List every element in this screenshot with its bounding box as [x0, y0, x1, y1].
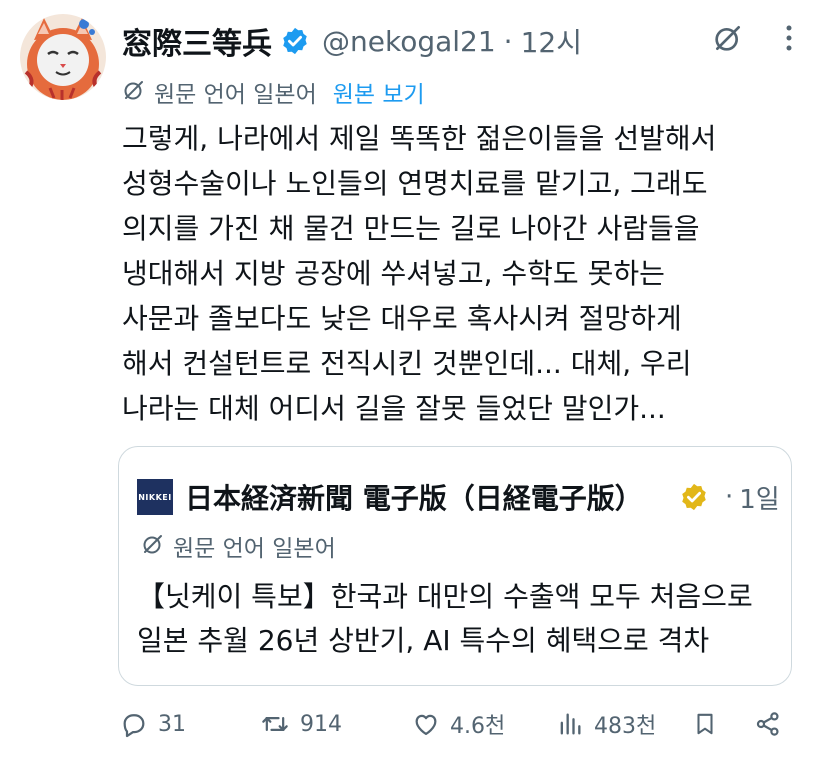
view-original-link[interactable]: 원본 보기 [333, 75, 425, 109]
like-count: 4.6천 [450, 714, 506, 739]
tweet-text-line: 사문과 졸보다도 낮은 대우로 혹사시켜 절망하게 [122, 302, 682, 335]
repost-button[interactable]: 914 [260, 700, 342, 748]
views-count: 483천 [594, 714, 657, 739]
repost-icon [262, 717, 288, 731]
avatar-cat-image [20, 14, 106, 100]
repost-count: 914 [300, 711, 342, 737]
separator-dot: · [503, 24, 513, 58]
quoted-tweet-card[interactable]: NIKKEI 日本経済新聞 電子版（日経電子版） · 1일 원문 언어 일본어 … [118, 446, 792, 686]
nikkei-logo: NIKKEI [137, 479, 173, 515]
translation-notice: 원문 언어 일본어 원본 보기 [122, 74, 425, 110]
tweet-text-line: 냉대해서 지방 공장에 쑤셔넣고, 수학도 못하는 [122, 257, 665, 290]
translate-icon [141, 532, 165, 560]
grok-icon[interactable] [712, 22, 744, 54]
tweet-action-bar: 31 914 4.6천 483천 [118, 700, 798, 748]
share-icon [756, 712, 779, 736]
author-handle[interactable]: @nekogal21 [322, 25, 496, 58]
quoted-text-line: 일본 추월 26년 상반기, AI 특수의 혜택으로 격차 [137, 624, 710, 657]
reply-icon [123, 714, 145, 738]
verified-badge-icon[interactable] [280, 26, 310, 56]
tweet-text-line: 성형수술이나 노인들의 연명치료를 맡기고, 그래도 [122, 167, 708, 200]
bookmark-button[interactable] [692, 700, 718, 748]
separator-dot: · [725, 482, 734, 512]
quoted-translation-language-label: 원문 언어 일본어 [173, 536, 336, 562]
quoted-tweet-timestamp[interactable]: 1일 [739, 479, 779, 516]
bookmark-icon [697, 713, 713, 735]
like-button[interactable]: 4.6천 [412, 700, 505, 748]
share-button[interactable] [754, 700, 782, 748]
quoted-tweet-text: 【닛케이 특보】한국과 대만의 수출액 모두 처음으로 일본 추월 26년 상반… [137, 575, 777, 663]
verified-org-badge-icon [679, 482, 709, 512]
quoted-tweet-header: NIKKEI 日本経済新聞 電子版（日経電子版） · 1일 [137, 475, 780, 519]
tweet-text-line: 나라는 대체 어디서 길을 잘못 들었단 말인가... [122, 392, 666, 425]
quoted-translation-notice: 원문 언어 일본어 [141, 529, 336, 563]
more-icon[interactable] [784, 23, 794, 53]
quoted-author-name[interactable]: 日本経済新聞 電子版（日経電子版） [185, 477, 671, 517]
reply-count: 31 [158, 711, 186, 737]
translate-icon [122, 78, 146, 106]
header-actions [712, 22, 794, 54]
translation-language-label: 원문 언어 일본어 [154, 82, 317, 108]
like-icon [415, 714, 437, 736]
tweet-text-line: 해서 컨설턴트로 전직시킨 것뿐인데... 대체, 우리 [122, 347, 692, 380]
tweet-text-line: 의지를 가진 채 물건 만드는 길로 나아간 사람들을 [122, 212, 700, 245]
reply-button[interactable]: 31 [120, 700, 186, 748]
author-display-name[interactable]: 窓際三等兵 [122, 19, 272, 63]
tweet-timestamp[interactable]: 12시 [521, 21, 582, 61]
views-button[interactable]: 483천 [556, 700, 656, 748]
quoted-text-line: 【닛케이 특보】한국과 대만의 수출액 모두 처음으로 [137, 580, 753, 613]
tweet-header: 窓際三等兵 @nekogal21 · 12시 [122, 14, 582, 68]
tweet-text-line: 그렇게, 나라에서 제일 똑똑한 젊은이들을 선발해서 [122, 122, 717, 155]
views-icon [560, 713, 581, 735]
avatar[interactable] [20, 14, 106, 100]
tweet-text: 그렇게, 나라에서 제일 똑똑한 젊은이들을 선발해서 성형수술이나 노인들의 … [122, 116, 802, 431]
